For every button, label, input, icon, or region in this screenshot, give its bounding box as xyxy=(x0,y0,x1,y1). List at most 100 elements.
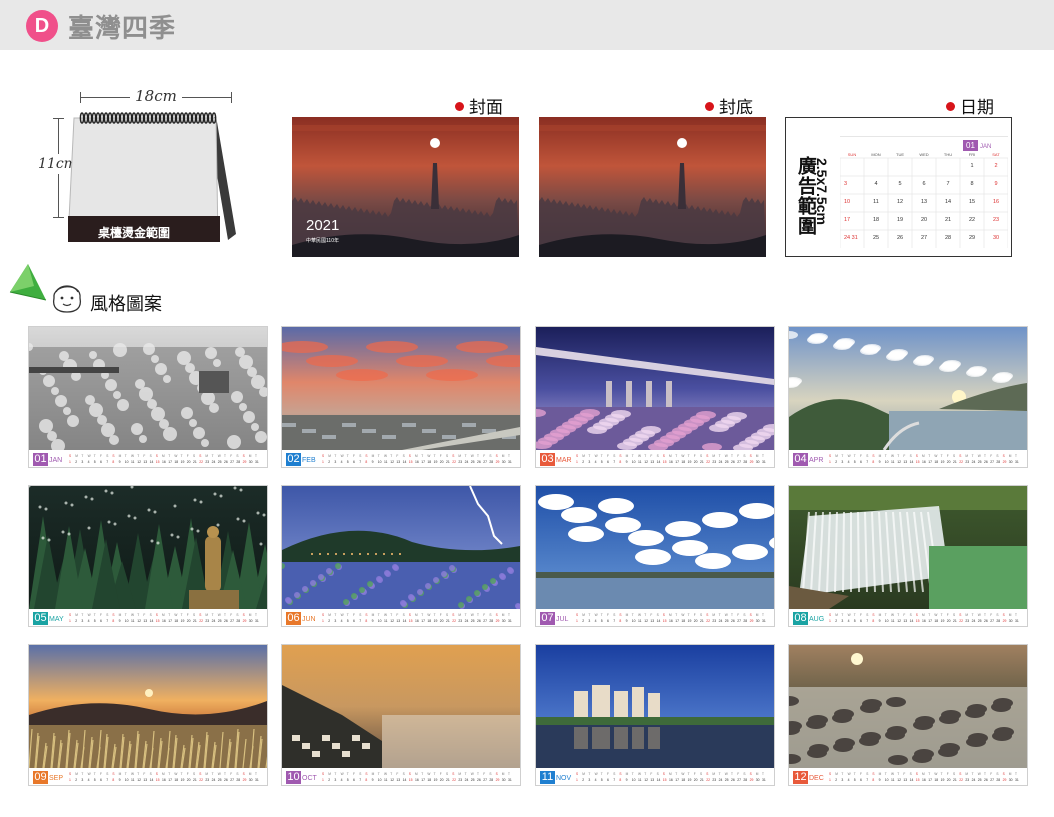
svg-text:T: T xyxy=(378,454,380,458)
svg-text:T: T xyxy=(81,613,83,617)
svg-text:28: 28 xyxy=(743,619,747,623)
svg-text:15: 15 xyxy=(156,778,160,782)
calendar-day: 25 xyxy=(873,235,879,241)
svg-text:F: F xyxy=(230,454,232,458)
svg-text:S: S xyxy=(1003,772,1005,776)
svg-text:W: W xyxy=(384,613,387,617)
svg-text:F: F xyxy=(396,454,398,458)
svg-text:F: F xyxy=(100,454,102,458)
svg-text:T: T xyxy=(762,454,764,458)
month-number: 10 xyxy=(286,771,301,784)
svg-text:S: S xyxy=(613,613,615,617)
month-calendar-strip: 05 MAY S 1 M 2 T 3 W 4 T 5 F 6 S 7 S 8 M 9 T 10 W 11 T 12 F 13 S 14 S 1… xyxy=(29,610,267,626)
svg-text:F: F xyxy=(396,613,398,617)
svg-text:22: 22 xyxy=(959,619,963,623)
weekday-label: TUE xyxy=(896,152,904,157)
svg-text:T: T xyxy=(421,772,423,776)
svg-text:T: T xyxy=(224,772,226,776)
date-label: 日期 xyxy=(960,98,994,117)
svg-text:T: T xyxy=(675,454,677,458)
svg-text:T: T xyxy=(897,454,899,458)
svg-text:T: T xyxy=(181,454,183,458)
svg-text:T: T xyxy=(885,772,887,776)
svg-text:3: 3 xyxy=(588,778,590,782)
cover-label: 封面 xyxy=(469,98,503,117)
svg-text:21: 21 xyxy=(953,619,957,623)
svg-text:S: S xyxy=(996,772,998,776)
svg-text:T: T xyxy=(897,613,899,617)
svg-text:F: F xyxy=(607,772,609,776)
svg-text:T: T xyxy=(588,613,590,617)
svg-text:W: W xyxy=(891,454,894,458)
svg-text:15: 15 xyxy=(409,778,413,782)
month-number: 05 xyxy=(33,612,48,625)
svg-text:18: 18 xyxy=(174,460,178,464)
svg-text:T: T xyxy=(378,613,380,617)
svg-text:M: M xyxy=(835,454,838,458)
svg-text:23: 23 xyxy=(205,619,209,623)
red-dot-icon xyxy=(705,102,714,111)
svg-text:12: 12 xyxy=(897,619,901,623)
svg-text:1: 1 xyxy=(576,460,578,464)
svg-text:S: S xyxy=(409,772,411,776)
month-photo xyxy=(29,486,267,609)
svg-text:17: 17 xyxy=(675,778,679,782)
svg-text:10: 10 xyxy=(632,460,636,464)
svg-text:5: 5 xyxy=(854,619,856,623)
calendar-day: 8 xyxy=(970,181,973,187)
svg-text:S: S xyxy=(619,613,621,617)
svg-text:7: 7 xyxy=(866,460,868,464)
svg-text:S: S xyxy=(106,613,108,617)
svg-text:M: M xyxy=(205,772,208,776)
svg-text:F: F xyxy=(353,454,355,458)
svg-text:22: 22 xyxy=(452,619,456,623)
svg-text:S: S xyxy=(403,613,405,617)
svg-text:29: 29 xyxy=(496,619,500,623)
svg-text:T: T xyxy=(1015,772,1017,776)
svg-text:21: 21 xyxy=(953,460,957,464)
svg-text:W: W xyxy=(595,772,598,776)
svg-text:S: S xyxy=(916,772,918,776)
svg-text:11: 11 xyxy=(891,460,895,464)
svg-text:16: 16 xyxy=(415,460,419,464)
svg-text:T: T xyxy=(601,613,603,617)
svg-text:14: 14 xyxy=(403,778,407,782)
svg-text:W: W xyxy=(638,772,641,776)
svg-text:T: T xyxy=(719,454,721,458)
svg-text:W: W xyxy=(427,454,430,458)
svg-text:W: W xyxy=(341,613,344,617)
svg-text:W: W xyxy=(891,772,894,776)
svg-text:T: T xyxy=(972,772,974,776)
svg-text:6: 6 xyxy=(100,460,102,464)
svg-text:W: W xyxy=(174,613,177,617)
svg-text:15: 15 xyxy=(663,460,667,464)
svg-text:29: 29 xyxy=(750,460,754,464)
svg-text:T: T xyxy=(181,613,183,617)
svg-text:25: 25 xyxy=(218,619,222,623)
month-calendar-strip: 10 OCT S 1 M 2 T 3 W 4 T 5 F 6 S 7 S 8 M 9 T 10 W 11 T 12 F 13 S 14 S 1… xyxy=(282,769,520,785)
svg-text:4: 4 xyxy=(341,619,343,623)
calendar-day: 28 xyxy=(945,235,951,241)
calendar-day: 23 xyxy=(993,217,999,223)
svg-text:M: M xyxy=(75,772,78,776)
svg-text:4: 4 xyxy=(848,619,850,623)
svg-text:S: S xyxy=(916,613,918,617)
svg-text:T: T xyxy=(885,613,887,617)
svg-text:14: 14 xyxy=(150,778,154,782)
svg-text:W: W xyxy=(848,454,851,458)
svg-text:28: 28 xyxy=(236,778,240,782)
svg-text:10: 10 xyxy=(125,778,129,782)
svg-text:M: M xyxy=(712,613,715,617)
svg-text:20: 20 xyxy=(694,619,698,623)
svg-text:16: 16 xyxy=(669,460,673,464)
red-dot-icon xyxy=(946,102,955,111)
svg-text:S: S xyxy=(619,772,621,776)
svg-text:3: 3 xyxy=(81,460,83,464)
calendar-day: 2 xyxy=(994,163,997,169)
calendar-day: 1 xyxy=(970,163,973,169)
month-calendar-strip: 07 JUL S 1 M 2 T 3 W 4 T 5 F 6 S 7 S 8 M 9 T 10 W 11 T 12 F 13 S 14 S 1… xyxy=(536,610,774,626)
svg-text:S: S xyxy=(359,772,361,776)
svg-text:W: W xyxy=(725,613,728,617)
svg-text:F: F xyxy=(607,613,609,617)
svg-text:5: 5 xyxy=(854,778,856,782)
